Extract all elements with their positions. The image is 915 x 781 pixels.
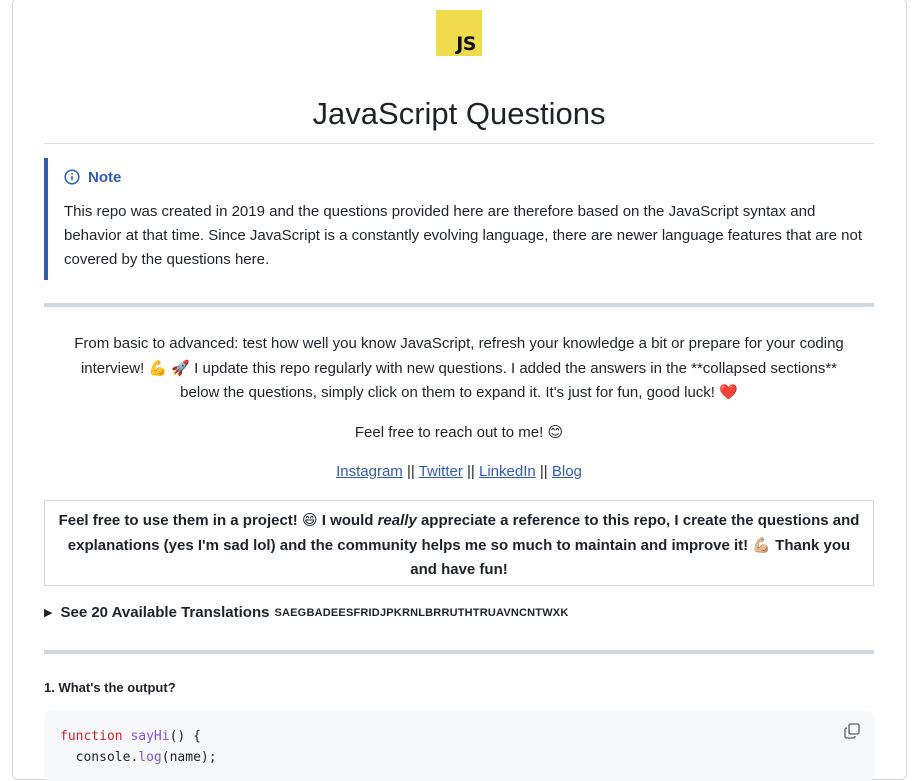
info-icon — [64, 169, 80, 185]
js-logo-text: JS — [456, 33, 476, 55]
code-text: () { — [169, 729, 201, 744]
disclosure-triangle-icon: ▶ — [44, 607, 53, 619]
link-separator: || — [539, 463, 548, 480]
link-separator: || — [467, 463, 475, 480]
code-line: function sayHi() { — [60, 726, 858, 747]
linkedin-link[interactable]: LinkedIn — [479, 463, 536, 480]
instagram-link[interactable]: Instagram — [336, 463, 403, 480]
note-text: This repo was created in 2019 and the qu… — [64, 203, 862, 268]
intro-paragraph: From basic to advanced: test how well yo… — [44, 332, 874, 406]
section-divider — [44, 303, 874, 307]
code-function-name: sayHi — [130, 729, 170, 744]
translations-toggle[interactable]: ▶ See 20 Available Translations SAEGBADE… — [44, 604, 568, 621]
code-block: function sayHi() { console.log(name); — [44, 711, 874, 781]
link-separator: || — [406, 463, 415, 480]
page-title: JavaScript Questions — [312, 96, 606, 131]
code-keyword: function — [60, 729, 123, 744]
note-callout: Note This repo was created in 2019 and t… — [44, 158, 874, 280]
intro-line: interview! 💪 🚀 I update this repo regula… — [80, 359, 838, 377]
note-label: Note — [88, 168, 122, 186]
twitter-link[interactable]: Twitter — [419, 463, 463, 480]
question-heading: 1. What's the output? — [44, 680, 176, 695]
intro-line: below the questions, simply click on the… — [180, 384, 738, 401]
project-usage-box: Feel free to use them in a project! 😄 I … — [44, 500, 874, 586]
reach-out-text: Feel free to reach out to me! 😊 — [354, 424, 564, 441]
project-text-part1: Feel free to use them in a project! 😄 I … — [58, 512, 378, 529]
title-divider — [44, 143, 874, 144]
code-text: console. — [60, 750, 139, 765]
translations-label: See 20 Available Translations — [60, 604, 270, 621]
note-header: Note — [64, 166, 874, 188]
blog-link[interactable]: Blog — [552, 463, 582, 480]
intro-line: From basic to advanced: test how well yo… — [74, 335, 844, 352]
copy-icon[interactable] — [844, 723, 860, 739]
code-function-name: log — [138, 750, 162, 765]
social-links: Instagram || Twitter || LinkedIn || Blog — [44, 460, 874, 485]
translation-flags: SAEGBADEESFRIDJPKRNLBRRUTHTRUAVNCNTWXK — [274, 606, 569, 619]
code-text: (name); — [161, 750, 217, 765]
section-divider — [44, 650, 874, 654]
project-text-emphasis: really — [377, 512, 417, 529]
js-logo: JS — [436, 10, 482, 56]
